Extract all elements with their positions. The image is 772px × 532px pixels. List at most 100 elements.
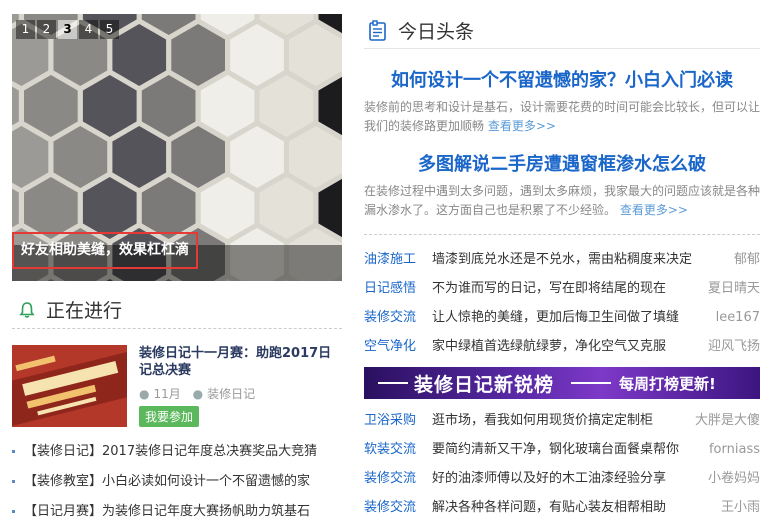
floor-tile [289, 24, 342, 86]
story-title[interactable]: 多图解说二手房遭遇窗框渗水怎么破 [364, 150, 760, 176]
section-divider [364, 234, 760, 235]
news-row[interactable]: 装修交流 好的油漆师傅以及好的木工油漆经验分享 小卷妈妈 [364, 464, 760, 493]
floor-tile [24, 177, 78, 239]
news-category[interactable]: 日记感悟 [364, 274, 416, 303]
news-title[interactable]: 好的油漆师傅以及好的木工油漆经验分享 [432, 464, 666, 493]
event-category: 装修日记 [207, 387, 256, 401]
slider-page-5[interactable]: 5 [100, 20, 119, 39]
news-row[interactable]: 空气净化 家中绿植首选绿航绿萝，净化空气又克服 迎风飞扬 [364, 332, 760, 361]
floor-tile [112, 126, 167, 188]
bell-icon [19, 301, 35, 318]
dot-icon: ● [192, 387, 204, 401]
event-thumbnail[interactable] [12, 345, 127, 427]
news-title[interactable]: 让人惊艳的美缝，更加后悔卫生间做了填缝 [432, 303, 679, 332]
news-category[interactable]: 软装交流 [364, 435, 416, 464]
list-item[interactable]: 【装修日记】2017装修日记年度总决赛奖品大竞猜 [12, 442, 342, 472]
news-title[interactable]: 逛市场，看我如何用现货价搞定定制柜 [432, 406, 653, 435]
in-progress-list: 【装修日记】2017装修日记年度总决赛奖品大竞猜 【装修教室】小白必读如何设计一… [12, 442, 342, 532]
event-card[interactable]: 装修日记十一月赛：助跑2017日记总决赛 ● 11月 ● 装修日记 我要参加 [12, 345, 342, 427]
section-divider [12, 328, 342, 329]
headlines-title: 今日头条 [398, 21, 475, 43]
floor-tile [230, 24, 284, 86]
floor-tile [289, 126, 342, 188]
news-author[interactable]: 郁郁 [729, 245, 760, 274]
story-desc: 在装修过程中遇到太多问题，遇到太多麻烦，我家最大的问题应该就是各种漏水渗水了。这… [364, 182, 760, 220]
dot-icon: ● [139, 387, 150, 401]
event-meta: ● 11月 ● 装修日记 [139, 385, 255, 402]
slide-caption[interactable]: 好友相助美缝，效果杠杠滴 [12, 232, 198, 269]
event-month: 11月 [153, 387, 181, 401]
news-row[interactable]: 装修交流 让人惊艳的美缝，更加后悔卫生间做了填缝 lee167 [364, 303, 760, 332]
diary-ranking-banner[interactable]: 装修日记新锐榜 每周打榜更新! [364, 367, 760, 399]
newspaper-icon [369, 19, 386, 41]
floor-tile [141, 75, 196, 137]
floor-tile [171, 126, 225, 188]
news-row[interactable]: 软装交流 要简约清新又干净，钢化玻璃台面餐桌帮你 forniass [364, 435, 760, 464]
news-title[interactable]: 墙漆到底兑水还是不兑水，需由粘稠度来决定 [432, 245, 692, 274]
see-more-link[interactable]: 查看更多>> [620, 203, 688, 217]
list-item[interactable]: 【日记月赛】为装修日记年度大赛扬帆助力筑基石 [12, 502, 342, 532]
news-category[interactable]: 装修交流 [364, 303, 416, 332]
join-button[interactable]: 我要参加 [139, 406, 200, 427]
news-author[interactable]: lee167 [711, 303, 760, 332]
slider-page-2[interactable]: 2 [37, 20, 56, 39]
story-desc: 装修前的思考和设计是基石，设计需要花费的时间可能会比较长，但可以让我们的装修路更… [364, 98, 760, 136]
slider-page-4[interactable]: 4 [79, 20, 98, 39]
story-desc-text: 在装修过程中遇到太多问题，遇到太多麻烦，我家最大的问题应该就是各种漏水渗水了。这… [364, 184, 761, 217]
news-author[interactable]: forniass [704, 435, 760, 464]
banner-sub-text: 每周打榜更新! [619, 375, 716, 393]
news-author[interactable]: 迎风飞扬 [703, 332, 760, 361]
in-progress-title: 正在进行 [46, 300, 123, 322]
news-row[interactable]: 装修交流 解决各种各样问题，有贴心装友相帮相助 王小雨 [364, 493, 760, 522]
news-category[interactable]: 油漆施工 [364, 245, 416, 274]
floor-tile [318, 178, 342, 238]
see-more-link[interactable]: 查看更多>> [488, 119, 556, 133]
slider-page-1[interactable]: 1 [16, 20, 35, 39]
news-title[interactable]: 要简约清新又干净，钢化玻璃台面餐桌帮你 [432, 435, 679, 464]
floor-tile [24, 75, 78, 137]
news-author[interactable]: 夏日晴天 [703, 274, 760, 303]
news-row[interactable]: 卫浴采购 逛市场，看我如何用现货价搞定定制柜 大胖是大傻 [364, 406, 760, 435]
news-list: 油漆施工 墙漆到底兑水还是不兑水，需由粘稠度来决定 郁郁 日记感悟 不为谁而写的日记，… [364, 245, 760, 361]
floor-tile [112, 24, 167, 86]
headlines-header: 今日头条 [368, 17, 474, 44]
story-title[interactable]: 如何设计一个不留遗憾的家？小白入门必读 [364, 66, 760, 92]
news-category[interactable]: 卫浴采购 [364, 406, 416, 435]
floor-tile [82, 75, 137, 137]
floor-tile [259, 177, 314, 239]
news-title[interactable]: 家中绿植首选绿航绿萝，净化空气又克服 [432, 332, 666, 361]
news-row[interactable]: 日记感悟 不为谁而写的日记，写在即将结尾的现在 夏日晴天 [364, 274, 760, 303]
story-desc-text: 装修前的思考和设计是基石，设计需要花费的时间可能会比较长，但可以让我们的装修路更… [364, 100, 761, 133]
news-title[interactable]: 解决各种各样问题，有贴心装友相帮相助 [432, 493, 666, 522]
floor-tile [171, 24, 225, 86]
section-divider [364, 48, 760, 49]
slider-page-3[interactable]: 3 [58, 20, 77, 39]
banner-main-text: 装修日记新锐榜 [414, 374, 555, 396]
news-category[interactable]: 装修交流 [364, 493, 416, 522]
floor-tile [200, 177, 255, 239]
headline-story: 多图解说二手房遭遇窗框渗水怎么破 在装修过程中遇到太多问题，遇到太多麻烦，我家最… [364, 150, 760, 220]
floor-tile [12, 188, 19, 228]
floor-tile [12, 126, 49, 188]
news-category[interactable]: 空气净化 [364, 332, 416, 361]
floor-tile [82, 177, 137, 239]
floor-tile [12, 86, 19, 126]
floor-tile [53, 126, 108, 188]
news-author[interactable]: 王小雨 [716, 493, 760, 522]
list-item[interactable]: 【装修教室】小白必读如何设计一个不留遗憾的家 [12, 472, 342, 502]
in-progress-header: 正在进行 [18, 296, 122, 323]
floor-tile [318, 76, 342, 136]
news-author[interactable]: 小卷妈妈 [703, 464, 760, 493]
news-title[interactable]: 不为谁而写的日记，写在即将结尾的现在 [432, 274, 666, 303]
news-row[interactable]: 油漆施工 墙漆到底兑水还是不兑水，需由粘稠度来决定 郁郁 [364, 245, 760, 274]
headline-story: 如何设计一个不留遗憾的家？小白入门必读 装修前的思考和设计是基石，设计需要花费的… [364, 66, 760, 136]
floor-tile [230, 126, 284, 188]
arrow-right-decoration [571, 382, 611, 384]
floor-tile [141, 177, 196, 239]
floor-tile [200, 75, 255, 137]
event-title[interactable]: 装修日记十一月赛：助跑2017日记总决赛 [139, 345, 339, 379]
slider-pager: 12345 [16, 20, 119, 39]
news-author[interactable]: 大胖是大傻 [690, 406, 760, 435]
news-category[interactable]: 装修交流 [364, 464, 416, 493]
floor-tile [259, 75, 314, 137]
